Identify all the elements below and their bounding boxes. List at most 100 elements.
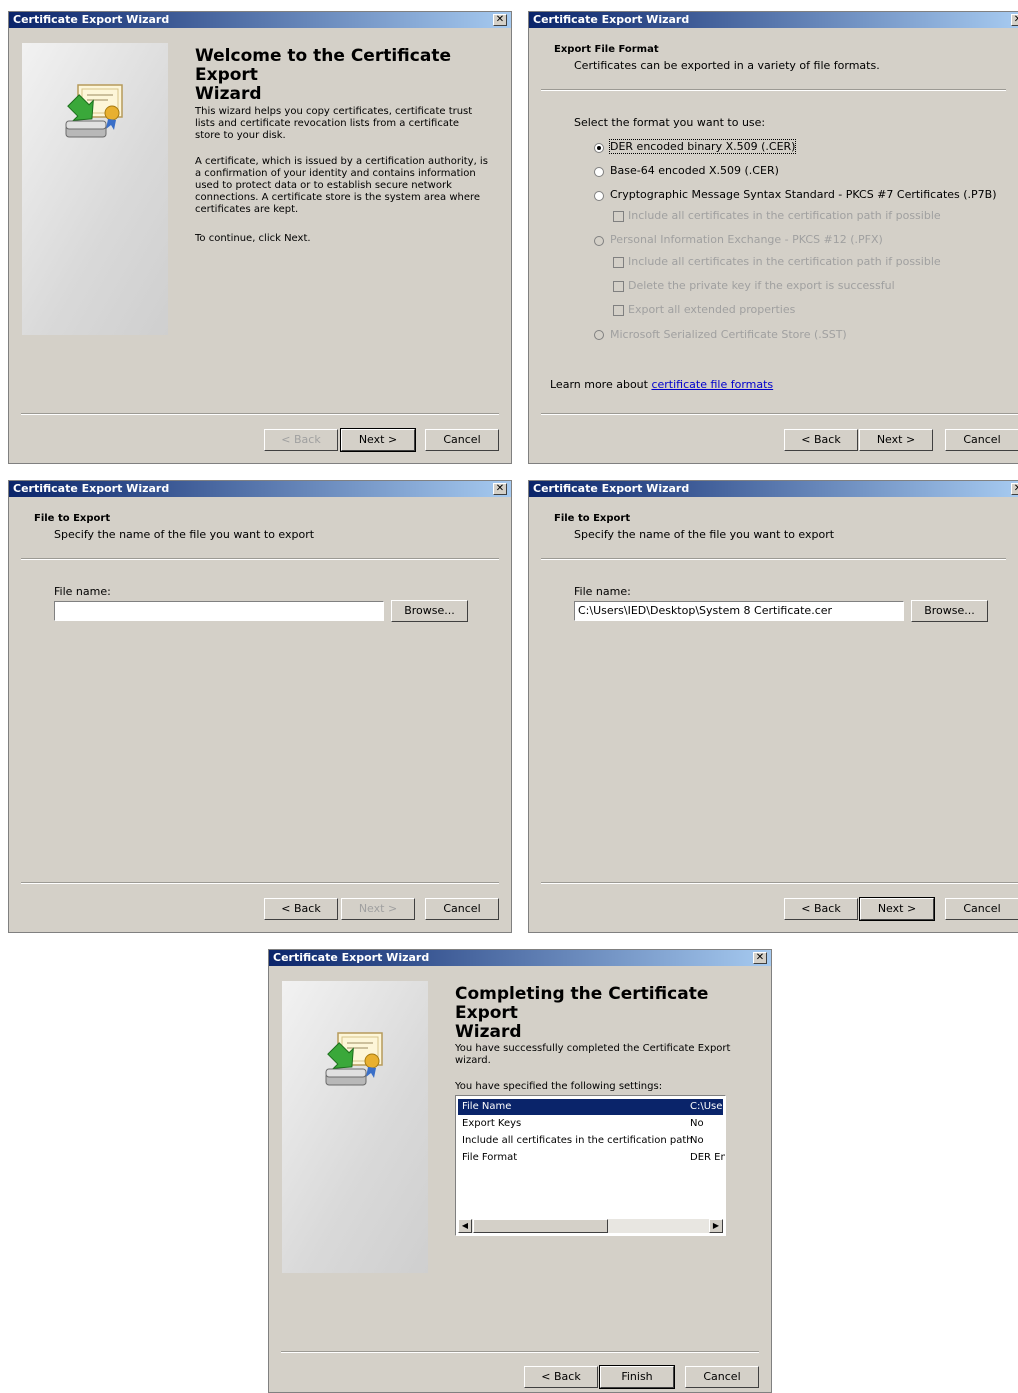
title-line-2: Wizard: [195, 84, 262, 104]
scroll-thumb[interactable]: [473, 1219, 608, 1233]
header-subtitle: Specify the name of the file you want to…: [54, 528, 315, 541]
scroll-right-button[interactable]: ▶: [709, 1219, 723, 1233]
text-line: certificates are kept.: [195, 204, 299, 215]
title-bar: Certificate Export Wizard: [529, 12, 1018, 28]
cancel-button[interactable]: Cancel: [945, 429, 1018, 451]
file-name-label: File name:: [574, 585, 631, 598]
next-button[interactable]: Next >: [859, 897, 935, 921]
wizard-file-filled-window: Certificate Export Wizard ✕ File to Expo…: [528, 480, 1018, 933]
back-button[interactable]: < Back: [264, 898, 338, 920]
cancel-button[interactable]: Cancel: [425, 898, 499, 920]
back-button[interactable]: < Back: [524, 1366, 598, 1388]
back-button[interactable]: < Back: [784, 429, 858, 451]
checkbox-label: Include all certificates in the certific…: [628, 255, 941, 268]
title-line-1: Welcome to the Certificate Export: [195, 46, 451, 85]
header-subtitle: Specify the name of the file you want to…: [574, 528, 835, 541]
radio-pkcs7[interactable]: [594, 191, 604, 201]
next-button[interactable]: Next >: [340, 428, 416, 452]
close-button[interactable]: ✕: [1011, 14, 1018, 26]
title-bar: Certificate Export Wizard: [9, 12, 511, 28]
wizard-complete-window: Certificate Export Wizard ✕ Completing t…: [268, 949, 772, 1393]
close-button[interactable]: ✕: [753, 952, 767, 964]
separator: [541, 89, 1006, 91]
header-title: File to Export: [554, 513, 631, 524]
list-row[interactable]: File Name C:\Use: [458, 1099, 723, 1115]
checkbox-label: Delete the private key if the export is …: [628, 279, 895, 292]
header-title: Export File Format: [554, 44, 659, 55]
list-row[interactable]: File Format DER En: [458, 1150, 725, 1166]
setting-value: No: [690, 1135, 704, 1146]
certificate-file-formats-link[interactable]: certificate file formats: [651, 378, 773, 391]
cancel-button[interactable]: Cancel: [425, 429, 499, 451]
browse-button[interactable]: Browse...: [911, 600, 988, 622]
certificate-export-icon: [325, 1032, 383, 1086]
title-line-1: Completing the Certificate Export: [455, 984, 709, 1023]
option-label-pfx: Personal Information Exchange - PKCS #12…: [610, 233, 883, 246]
radio-pfx[interactable]: [594, 236, 604, 246]
back-button[interactable]: < Back: [264, 429, 338, 451]
list-row[interactable]: Export Keys No: [458, 1116, 723, 1132]
separator: [541, 413, 1018, 415]
text-line: used to protect data or to establish sec…: [195, 180, 452, 191]
checkbox-pkcs7-include-path[interactable]: [613, 211, 624, 222]
option-label-pkcs7[interactable]: Cryptographic Message Syntax Standard - …: [610, 188, 997, 201]
text-line: connections. A certificate store is the …: [195, 192, 481, 203]
option-label-sst: Microsoft Serialized Certificate Store (…: [610, 328, 847, 341]
wizard-format-window: Certificate Export Wizard ✕ Export File …: [528, 11, 1018, 464]
separator: [541, 882, 1018, 884]
back-button[interactable]: < Back: [784, 898, 858, 920]
checkbox-export-extended[interactable]: [613, 305, 624, 316]
scroll-left-button[interactable]: ◀: [458, 1219, 472, 1233]
setting-name: Export Keys: [462, 1118, 522, 1129]
learn-more-text: Learn more about certificate file format…: [550, 378, 773, 391]
settings-caption: You have specified the following setting…: [455, 1081, 663, 1092]
wizard-side-panel: [282, 981, 428, 1273]
wizard-welcome-window: Certificate Export Wizard ✕ Welcome to t…: [8, 11, 512, 464]
option-label-base64[interactable]: Base-64 encoded X.509 (.CER): [610, 164, 779, 177]
close-button[interactable]: ✕: [493, 14, 507, 26]
header-title: File to Export: [34, 513, 111, 524]
cancel-button[interactable]: Cancel: [945, 898, 1018, 920]
horizontal-scrollbar[interactable]: ◀ ▶: [458, 1219, 723, 1233]
title-line-2: Wizard: [455, 1022, 522, 1042]
list-row[interactable]: Include all certificates in the certific…: [458, 1133, 723, 1149]
format-prompt: Select the format you want to use:: [574, 116, 766, 129]
text-line: lists and certificate revocation lists f…: [195, 118, 460, 129]
file-name-input[interactable]: C:\Users\IED\Desktop\System 8 Certificat…: [574, 601, 904, 621]
separator: [281, 1351, 759, 1353]
checkbox-pfx-include-path[interactable]: [613, 257, 624, 268]
page-title: Welcome to the Certificate Export Wizard: [195, 47, 511, 104]
finish-button[interactable]: Finish: [599, 1365, 675, 1389]
certificate-export-icon: [65, 84, 123, 138]
radio-base64[interactable]: [594, 167, 604, 177]
certificate-paragraph: A certificate, which is issued by a cert…: [195, 156, 488, 216]
radio-der[interactable]: [594, 143, 604, 153]
next-button[interactable]: Next >: [859, 429, 933, 451]
cancel-button[interactable]: Cancel: [685, 1366, 759, 1388]
file-name-input[interactable]: [54, 601, 384, 621]
checkbox-label: Export all extended properties: [628, 303, 796, 316]
window-title: Certificate Export Wizard: [533, 13, 690, 26]
radio-sst[interactable]: [594, 330, 604, 340]
close-button[interactable]: ✕: [1011, 483, 1018, 495]
completed-paragraph: You have successfully completed the Cert…: [455, 1043, 730, 1067]
text-line: You have successfully completed the Cert…: [455, 1043, 731, 1054]
text-line: A certificate, which is issued by a cert…: [195, 156, 488, 167]
title-bar: Certificate Export Wizard: [9, 481, 511, 497]
window-title: Certificate Export Wizard: [533, 482, 690, 495]
continue-text: To continue, click Next.: [195, 233, 311, 244]
close-button[interactable]: ✕: [493, 483, 507, 495]
file-name-label: File name:: [54, 585, 111, 598]
page-title: Completing the Certificate Export Wizard: [455, 985, 771, 1042]
option-label-der[interactable]: DER encoded binary X.509 (.CER): [608, 139, 797, 154]
checkbox-delete-private-key[interactable]: [613, 281, 624, 292]
text-line: a confirmation of your identity and cont…: [195, 168, 476, 179]
settings-listbox[interactable]: File Name C:\Use Export Keys No Include …: [455, 1095, 726, 1236]
window-title: Certificate Export Wizard: [13, 13, 170, 26]
browse-button[interactable]: Browse...: [391, 600, 468, 622]
text-line: wizard.: [455, 1055, 491, 1066]
wizard-file-empty-window: Certificate Export Wizard ✕ File to Expo…: [8, 480, 512, 933]
next-button[interactable]: Next >: [341, 898, 415, 920]
setting-name: Include all certificates in the certific…: [462, 1135, 693, 1146]
separator: [541, 558, 1006, 560]
